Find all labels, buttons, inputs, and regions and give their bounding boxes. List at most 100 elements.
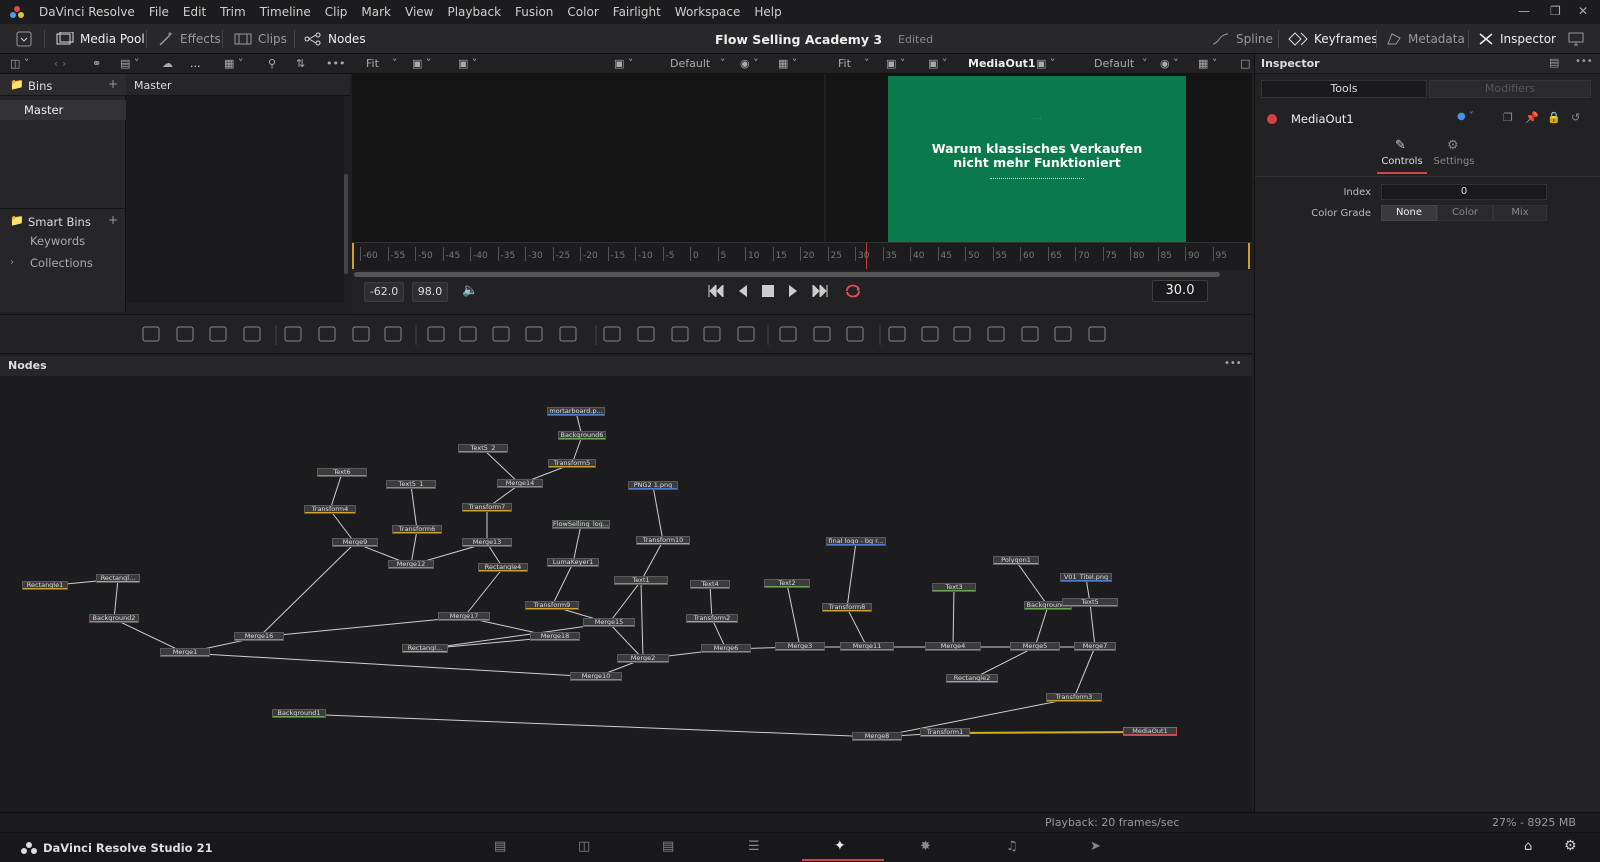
fullscreen-icon[interactable]: □ bbox=[1240, 57, 1250, 70]
tool-icon[interactable] bbox=[987, 326, 1005, 342]
fusion-node[interactable]: Merge8 bbox=[852, 732, 902, 741]
fusion-node[interactable]: Merge3 bbox=[775, 642, 825, 651]
fusion-node[interactable]: Transform6 bbox=[392, 525, 442, 534]
color-grade-none[interactable]: None bbox=[1381, 205, 1437, 221]
playhead[interactable] bbox=[866, 243, 867, 269]
chevron-down-icon[interactable]: ˅ bbox=[1142, 57, 1148, 70]
fusion-node[interactable]: Merge1 bbox=[160, 648, 210, 657]
settings-gear-icon[interactable]: ⚙ bbox=[1564, 838, 1577, 854]
fusion-node[interactable]: Text5 bbox=[1062, 598, 1118, 607]
media-pool-button[interactable]: Media Pool bbox=[56, 24, 145, 54]
fusion-node[interactable]: V01_Titel.png bbox=[1060, 573, 1112, 582]
go-to-start-icon[interactable] bbox=[708, 285, 724, 297]
tool-icon[interactable] bbox=[559, 326, 577, 342]
go-to-end-icon[interactable] bbox=[812, 285, 828, 297]
smart-bin-keywords[interactable]: Keywords bbox=[30, 234, 85, 248]
pool-content[interactable] bbox=[126, 96, 344, 302]
fusion-node[interactable]: Text1 bbox=[614, 576, 668, 585]
fusion-node[interactable]: Merge13 bbox=[462, 538, 512, 547]
tool-icon[interactable] bbox=[427, 326, 445, 342]
menu-edit[interactable]: Edit bbox=[183, 5, 206, 19]
color-page-icon[interactable]: ✸ bbox=[920, 839, 931, 854]
fusion-node[interactable]: Transform5 bbox=[548, 459, 596, 468]
add-smart-bin-icon[interactable]: + bbox=[108, 213, 118, 227]
tool-icon[interactable] bbox=[813, 326, 831, 342]
fusion-node[interactable]: Transform2 bbox=[686, 614, 738, 623]
fusion-node[interactable]: Polygon1 bbox=[993, 556, 1039, 565]
tab-controls[interactable]: ✎ Controls bbox=[1377, 138, 1427, 174]
nodes-button[interactable]: Nodes bbox=[304, 24, 366, 54]
tool-icon[interactable] bbox=[671, 326, 689, 342]
menu-workspace[interactable]: Workspace bbox=[675, 5, 741, 19]
color-icon[interactable]: ◉ ˅ bbox=[740, 57, 759, 70]
tool-icon[interactable] bbox=[1021, 326, 1039, 342]
fusion-page-tab[interactable]: ✦ bbox=[802, 833, 884, 861]
fusion-node[interactable]: Merge11 bbox=[840, 642, 894, 651]
spline-button[interactable]: Spline bbox=[1212, 24, 1273, 54]
edit-page-icon[interactable]: ▤ bbox=[662, 839, 674, 854]
smart-bin-collections[interactable]: Collections bbox=[30, 256, 93, 270]
fusion-node[interactable]: Transform7 bbox=[462, 503, 512, 512]
fusion-node[interactable]: Transform10 bbox=[636, 536, 690, 545]
chevron-right-icon[interactable]: › bbox=[10, 257, 14, 268]
view-mode-right-icon[interactable]: ▣ ˅ bbox=[886, 57, 905, 70]
end-frame-field[interactable]: 98.0 bbox=[412, 282, 448, 302]
tool-icon[interactable] bbox=[921, 326, 939, 342]
close-icon[interactable]: ✕ bbox=[1578, 4, 1588, 18]
menu-mark[interactable]: Mark bbox=[361, 5, 391, 19]
fusion-node[interactable]: Background6 bbox=[558, 431, 606, 440]
menu-trim[interactable]: Trim bbox=[220, 5, 246, 19]
nodes-options-icon[interactable]: ••• bbox=[1224, 358, 1242, 369]
fusion-node[interactable]: Merge10 bbox=[570, 672, 622, 681]
fusion-node[interactable]: Text6 bbox=[317, 468, 367, 477]
menu-playback[interactable]: Playback bbox=[447, 5, 501, 19]
inspector-button[interactable]: Inspector bbox=[1478, 24, 1556, 54]
link-icon[interactable]: ⚭ bbox=[92, 57, 101, 70]
right-viewer[interactable]: · · · Warum klassisches Verkaufen nicht … bbox=[826, 74, 1252, 242]
fusion-node[interactable]: MediaOut1 bbox=[1123, 727, 1177, 736]
keyframes-button[interactable]: Keyframes bbox=[1288, 24, 1378, 54]
tool-icon[interactable] bbox=[703, 326, 721, 342]
fusion-node[interactable]: Transform1 bbox=[920, 728, 970, 737]
more-button[interactable]: ... bbox=[190, 57, 201, 70]
clips-button[interactable]: Clips bbox=[234, 24, 287, 54]
default-right-dropdown[interactable]: Default bbox=[1094, 57, 1134, 70]
menu-help[interactable]: Help bbox=[754, 5, 781, 19]
menu-clip[interactable]: Clip bbox=[325, 5, 348, 19]
fusion-node[interactable]: Merge7 bbox=[1074, 642, 1116, 651]
fusion-node[interactable]: Merge6 bbox=[701, 644, 751, 653]
fusion-node[interactable]: Transform8 bbox=[822, 603, 872, 612]
tool-icon[interactable] bbox=[637, 326, 655, 342]
view-options-right-icon[interactable]: ▣ ˅ bbox=[1036, 57, 1055, 70]
fusion-node[interactable]: Text3 bbox=[932, 583, 976, 592]
menu-file[interactable]: File bbox=[149, 5, 169, 19]
fusion-node[interactable]: final logo - bg r... bbox=[826, 537, 886, 546]
effects-button[interactable]: Effects bbox=[158, 24, 221, 54]
pool-scrollbar[interactable] bbox=[344, 174, 348, 274]
tool-icon[interactable] bbox=[384, 326, 402, 342]
fusion-node[interactable]: Text2 bbox=[764, 579, 810, 588]
nav-arrows-icon[interactable]: ‹ › bbox=[54, 57, 66, 70]
fusion-node[interactable]: Rectangle1 bbox=[22, 581, 68, 590]
fairlight-page-icon[interactable]: ♫ bbox=[1006, 839, 1018, 854]
grid-right-icon[interactable]: ▦ ˅ bbox=[1198, 57, 1217, 70]
tool-icon[interactable] bbox=[1054, 326, 1072, 342]
start-frame-field[interactable]: -62.0 bbox=[364, 282, 404, 302]
deliver-page-icon[interactable]: ➤ bbox=[1090, 839, 1101, 854]
play-icon[interactable] bbox=[788, 285, 798, 297]
add-bin-icon[interactable]: + bbox=[108, 77, 118, 91]
view-options-icon[interactable]: ▣ ˅ bbox=[614, 57, 633, 70]
left-viewer[interactable] bbox=[352, 74, 824, 242]
options-icon[interactable]: ••• bbox=[326, 57, 345, 70]
fit-left-dropdown[interactable]: Fit bbox=[366, 57, 379, 70]
tool-icon[interactable] bbox=[888, 326, 906, 342]
menu-fairlight[interactable]: Fairlight bbox=[613, 5, 661, 19]
fusion-node[interactable]: Rectangle4 bbox=[478, 563, 528, 572]
search-icon[interactable]: ⚲ bbox=[268, 57, 276, 70]
layout-icon[interactable]: ◫ ˅ bbox=[10, 57, 29, 70]
tool-icon[interactable] bbox=[284, 326, 302, 342]
color-grade-color[interactable]: Color bbox=[1437, 205, 1493, 221]
fusion-node[interactable]: Merge5 bbox=[1010, 642, 1060, 651]
fusion-node[interactable]: Merge2 bbox=[617, 654, 669, 663]
workspace-dropdown[interactable] bbox=[16, 24, 38, 54]
